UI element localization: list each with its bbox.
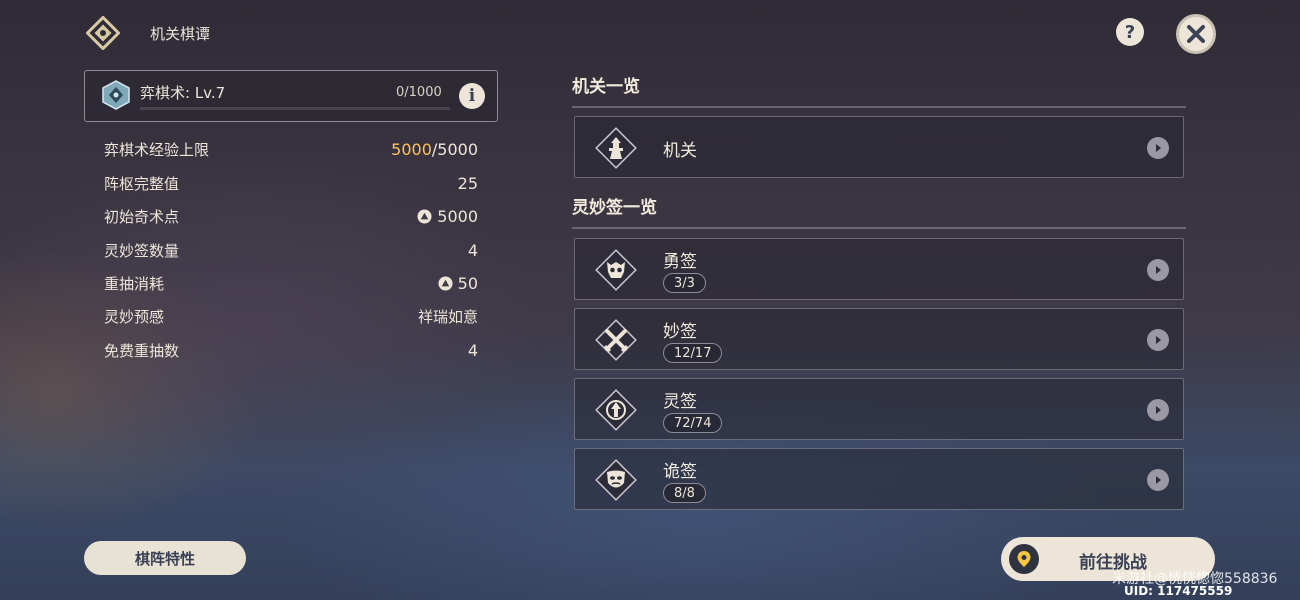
stat-label: 重抽消耗 xyxy=(104,274,165,293)
close-x-icon xyxy=(1187,25,1205,43)
mask-icon xyxy=(595,459,637,501)
stat-row-initial-points: 初始奇术点 5000 xyxy=(104,204,478,228)
card-brave[interactable]: 勇签 3/3 xyxy=(574,238,1184,300)
chevron-right-icon xyxy=(1147,469,1169,491)
page-title: 机关棋谭 xyxy=(150,25,211,43)
chevron-right-icon xyxy=(1147,329,1169,351)
diamond-emblem-icon xyxy=(86,16,120,50)
card-name: 妙签 xyxy=(663,322,697,342)
stat-label: 初始奇术点 xyxy=(104,207,180,226)
stat-value-highlight: 5000 xyxy=(391,139,432,159)
stat-value: 25 xyxy=(457,173,478,193)
help-button[interactable]: ? xyxy=(1116,18,1144,46)
formation-traits-button[interactable]: 棋阵特性 xyxy=(84,541,246,575)
stat-value-max: /5000 xyxy=(431,139,478,159)
card-name: 勇签 xyxy=(663,252,697,272)
coin-icon xyxy=(438,275,453,291)
skull-icon xyxy=(595,249,637,291)
chevron-right-icon xyxy=(1147,259,1169,281)
card-trick[interactable]: 诡签 8/8 xyxy=(574,448,1184,510)
stat-value: 4 xyxy=(467,240,478,260)
card-clever[interactable]: 妙签 12/17 xyxy=(574,308,1184,370)
card-count-badge: 3/3 xyxy=(663,273,706,293)
section-divider xyxy=(572,227,1186,229)
chess-gem-icon xyxy=(102,80,130,110)
stat-value: 祥瑞如意 xyxy=(417,307,478,326)
stat-label: 免费重抽数 xyxy=(104,341,180,360)
stat-value-text: 5000 xyxy=(437,206,478,226)
stat-value: 50 xyxy=(438,274,478,293)
stat-row-integrity: 阵枢完整值 25 xyxy=(104,171,478,195)
stat-value: 5000 xyxy=(417,207,478,226)
stat-row-premonition: 灵妙预感 祥瑞如意 xyxy=(104,304,478,328)
uid-text: UID: 117475559 xyxy=(1124,584,1233,598)
chevron-right-icon xyxy=(1147,137,1169,159)
stat-row-free-rerolls: 免费重抽数 4 xyxy=(104,338,478,362)
stat-row-exp-cap: 弈棋术经验上限 5000 /5000 xyxy=(104,137,478,161)
mechanism-card[interactable]: 机关 xyxy=(574,116,1184,178)
card-name: 机关 xyxy=(663,141,697,161)
question-icon: ? xyxy=(1124,21,1136,43)
card-name: 灵签 xyxy=(663,392,697,412)
card-count-badge: 12/17 xyxy=(663,343,723,363)
card-count-badge: 72/74 xyxy=(663,413,723,433)
crossed-swords-icon xyxy=(595,319,637,361)
cards-section-title: 灵妙签一览 xyxy=(572,198,657,218)
map-pin-icon xyxy=(1009,544,1039,574)
card-name: 诡签 xyxy=(663,462,697,482)
stat-label: 灵妙预感 xyxy=(104,307,165,326)
level-progress-bar xyxy=(140,107,450,110)
stat-label: 灵妙签数量 xyxy=(104,241,180,260)
stat-row-card-count: 灵妙签数量 4 xyxy=(104,238,478,262)
level-label: 弈棋术: Lv.7 xyxy=(140,84,226,102)
card-spirit[interactable]: 灵签 72/74 xyxy=(574,378,1184,440)
mechanisms-section-title: 机关一览 xyxy=(572,77,640,97)
card-count-badge: 8/8 xyxy=(663,483,706,503)
stat-label: 阵枢完整值 xyxy=(104,174,180,193)
stat-label: 弈棋术经验上限 xyxy=(104,140,210,159)
close-button[interactable] xyxy=(1176,14,1216,54)
section-divider xyxy=(572,106,1186,108)
coin-icon xyxy=(417,208,432,224)
info-button[interactable]: i xyxy=(459,83,485,109)
chevron-right-icon xyxy=(1147,399,1169,421)
level-progress-text: 0/1000 xyxy=(396,85,442,100)
info-icon: i xyxy=(468,86,476,106)
tower-icon xyxy=(595,127,637,169)
stat-row-reroll-cost: 重抽消耗 50 xyxy=(104,271,478,295)
arrow-up-icon xyxy=(595,389,637,431)
stat-value: 5000 /5000 xyxy=(391,140,478,159)
stat-value-text: 50 xyxy=(457,273,478,293)
stat-value: 4 xyxy=(467,340,478,360)
